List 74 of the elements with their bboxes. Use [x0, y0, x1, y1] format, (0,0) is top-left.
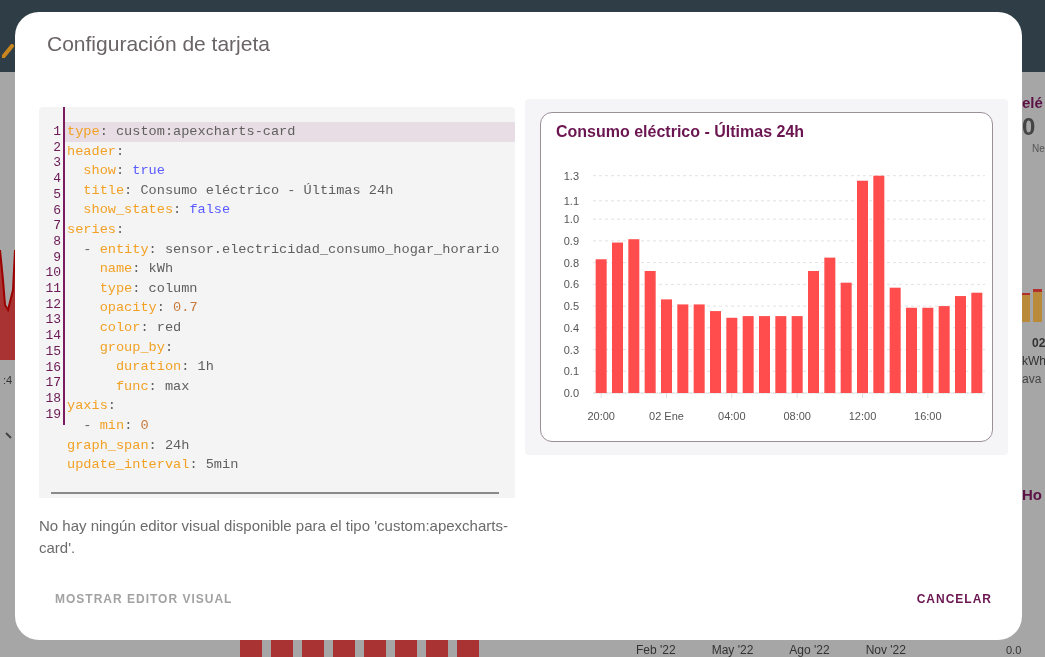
value-text: 0 — [1022, 113, 1036, 141]
line-number: 19 — [44, 406, 62, 423]
y-tick-label: 1.0 — [563, 213, 579, 226]
y-tick-label: 0.8 — [563, 256, 579, 269]
label-text: ava — [1022, 372, 1042, 386]
line-number: 6 — [52, 202, 62, 219]
card-title: Consumo eléctrico - Últimas 24h — [555, 121, 806, 142]
bar-chart-drawing — [1022, 288, 1045, 322]
x-tick-label: 12:00 — [848, 410, 877, 422]
line-number: 15 — [44, 343, 62, 360]
code-editor[interactable] — [39, 107, 515, 498]
code-line: yaxis: — [66, 397, 117, 416]
line-number: 2 — [52, 139, 62, 156]
x-tick-label: 04:00 — [718, 410, 746, 422]
y-tick-label: 0.0 — [563, 387, 579, 399]
cancel-button[interactable]: CANCELAR — [900, 584, 1008, 614]
x-tick-label: 02 Ene — [649, 410, 684, 422]
line-number: 7 — [52, 218, 62, 234]
y-tick-label: 0.5 — [563, 300, 579, 313]
line-number: 3 — [52, 155, 62, 172]
y-tick-label: 0.9 — [563, 234, 579, 247]
line-number: 12 — [44, 296, 62, 313]
line-number: 13 — [44, 312, 62, 329]
caption-text: Ne — [1032, 143, 1045, 154]
line-number: 14 — [44, 328, 62, 344]
axis-label: Feb '22 — [636, 643, 676, 657]
date-text: 02 — [1032, 336, 1045, 350]
axis-label: May '22 — [711, 643, 754, 657]
line-number: 8 — [52, 233, 62, 250]
line-number: 9 — [52, 249, 62, 266]
line-number: 16 — [44, 359, 62, 376]
axis-label: 0.0 — [1005, 643, 1022, 657]
code-line: graph_span: 24h — [66, 436, 191, 455]
y-tick-label: 1.3 — [563, 169, 579, 182]
y-tick-label: 1.1 — [563, 194, 579, 207]
card-title: Ho — [1022, 486, 1042, 503]
line-number: 11 — [44, 281, 62, 297]
card-title: elé — [1022, 94, 1043, 111]
line-number: 10 — [44, 265, 62, 282]
code-line: color: red — [98, 318, 183, 337]
code-line: show_states: false — [82, 201, 232, 220]
x-tick-label: 16:00 — [914, 410, 942, 422]
line-number: 17 — [44, 375, 62, 391]
line-number: 18 — [44, 390, 62, 407]
time-label: :4 — [3, 374, 13, 386]
axis-label: Ago '22 — [789, 643, 830, 657]
x-tick-label: 20:00 — [587, 410, 615, 422]
code-line: func: max — [114, 377, 191, 396]
code-line: header: — [66, 142, 126, 161]
y-tick-label: 0.6 — [563, 278, 579, 291]
code-line: update_interval: 5min — [66, 456, 240, 475]
code-line: - min: 0 — [82, 416, 150, 435]
info-text: No hay ningún editor visual disponible para el tipo 'custom:apexcharts-card'. — [39, 516, 509, 558]
code-line: show: true — [82, 162, 166, 181]
axis-label: Nov '22 — [865, 643, 906, 657]
y-tick-label: 0.3 — [563, 343, 579, 356]
y-tick-label: 0.4 — [563, 321, 579, 334]
scrollbar[interactable] — [51, 492, 499, 494]
code-line: type: column — [98, 279, 199, 298]
code-line: title: Consumo eléctrico - Últimas 24h — [82, 181, 395, 200]
unit-text: kWh — [1022, 354, 1045, 368]
code-line: group_by: — [98, 338, 175, 357]
pencil-icon[interactable] — [2, 44, 14, 58]
line-number: 5 — [52, 186, 62, 203]
code-line: opacity: 0.7 — [98, 299, 199, 318]
y-tick-label: 0.1 — [563, 365, 579, 378]
x-tick-label: 08:00 — [783, 410, 811, 422]
code-line: series: — [66, 220, 126, 239]
line-number: 4 — [52, 171, 62, 187]
line-number: 1 — [52, 124, 62, 140]
dialog-title: Configuración de tarjeta — [47, 31, 271, 57]
code-line: duration: 1h — [114, 358, 215, 377]
code-line: - entity: sensor.electricidad_consumo_hogar_horario — [82, 240, 501, 259]
code-line: name: kWh — [98, 260, 175, 279]
